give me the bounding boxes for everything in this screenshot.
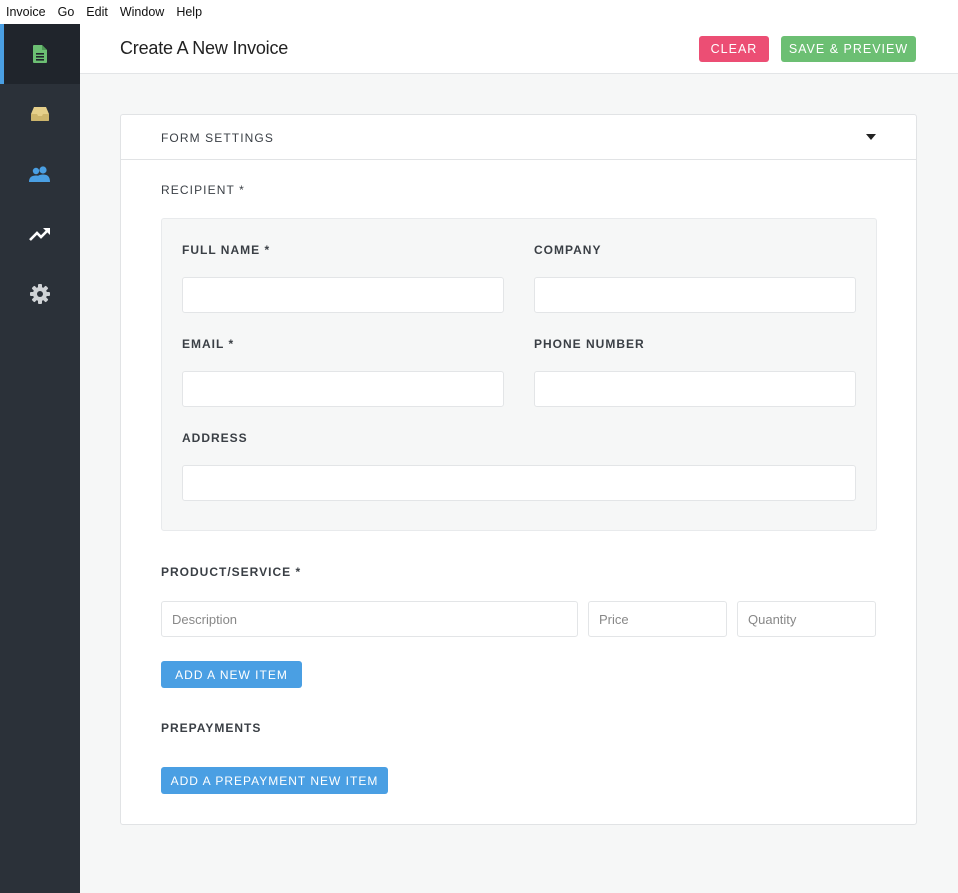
- document-icon: [33, 45, 47, 63]
- main-content: Create A New Invoice CLEAR SAVE & PREVIE…: [80, 24, 958, 893]
- quantity-input[interactable]: [737, 601, 876, 637]
- menu-window[interactable]: Window: [120, 5, 164, 19]
- sidebar-item-contacts-inbox[interactable]: [0, 84, 80, 144]
- menu-edit[interactable]: Edit: [86, 5, 108, 19]
- prepayments-label: PREPAYMENTS: [161, 721, 262, 735]
- email-input[interactable]: [182, 371, 504, 407]
- company-input[interactable]: [534, 277, 856, 313]
- menu-bar: Invoice Go Edit Window Help: [0, 0, 958, 24]
- sidebar-item-settings[interactable]: [0, 264, 80, 324]
- sidebar-item-clients[interactable]: [0, 144, 80, 204]
- company-label: COMPANY: [534, 243, 602, 257]
- sidebar-item-statistics[interactable]: [0, 204, 80, 264]
- users-icon: [29, 166, 50, 182]
- add-new-item-button[interactable]: ADD A NEW ITEM: [161, 661, 302, 688]
- sidebar: [0, 24, 80, 893]
- full-name-input[interactable]: [182, 277, 504, 313]
- menu-invoice[interactable]: Invoice: [6, 5, 46, 19]
- phone-number-input[interactable]: [534, 371, 856, 407]
- clear-button[interactable]: CLEAR: [699, 36, 769, 62]
- product-service-label: PRODUCT/SERVICE *: [161, 565, 302, 579]
- menu-help[interactable]: Help: [176, 5, 202, 19]
- inbox-icon: [31, 107, 49, 121]
- description-input[interactable]: [161, 601, 578, 637]
- caret-down-icon[interactable]: [866, 134, 876, 140]
- add-prepayment-button[interactable]: ADD A PREPAYMENT NEW ITEM: [161, 767, 388, 794]
- trending-up-icon: [29, 228, 50, 241]
- save-preview-button[interactable]: SAVE & PREVIEW: [781, 36, 916, 62]
- phone-number-label: PHONE NUMBER: [534, 337, 645, 351]
- page-title: Create A New Invoice: [120, 38, 289, 58]
- address-input[interactable]: [182, 465, 856, 501]
- recipient-label: RECIPIENT *: [161, 183, 245, 197]
- form-settings-label: FORM SETTINGS: [161, 131, 274, 145]
- page-header: Create A New Invoice CLEAR SAVE & PREVIE…: [80, 24, 958, 74]
- price-input[interactable]: [588, 601, 727, 637]
- full-name-label: FULL NAME *: [182, 243, 271, 257]
- gear-icon: [30, 284, 50, 304]
- recipient-fieldset: FULL NAME * COMPANY EMAIL * PHONE NUMBER…: [161, 218, 877, 531]
- sidebar-item-invoice[interactable]: [0, 24, 80, 84]
- invoice-form-card: FORM SETTINGS RECIPIENT * FULL NAME * CO…: [120, 114, 917, 825]
- menu-go[interactable]: Go: [58, 5, 75, 19]
- form-settings-header[interactable]: FORM SETTINGS: [121, 115, 916, 160]
- address-label: ADDRESS: [182, 431, 248, 445]
- email-label: EMAIL *: [182, 337, 235, 351]
